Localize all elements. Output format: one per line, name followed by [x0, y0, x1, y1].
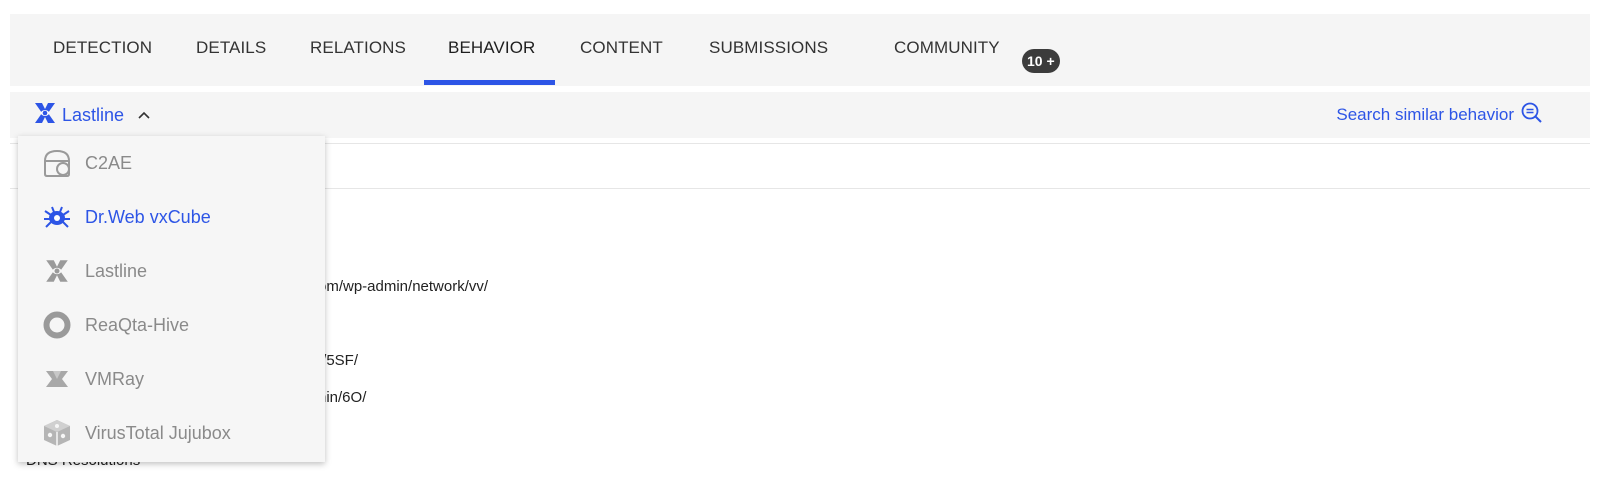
selected-sandbox-name: Lastline: [62, 104, 125, 125]
sandbox-option-c2ae[interactable]: C2AE: [18, 136, 325, 190]
sandbox-option-label: C2AE: [85, 152, 133, 173]
sandbox-option-lastline[interactable]: Lastline: [18, 244, 325, 298]
tab-detection[interactable]: DETECTION: [53, 14, 152, 86]
sandbox-option-reaqta-hive[interactable]: ReaQta-Hive: [18, 298, 325, 352]
tab-details[interactable]: DETAILS: [196, 14, 266, 86]
sandbox-option-label: Lastline: [85, 260, 148, 281]
sandbox-option-label: VMRay: [85, 368, 145, 389]
tab-content[interactable]: CONTENT: [580, 14, 663, 86]
sandbox-selector[interactable]: Lastline: [32, 92, 150, 138]
sandbox-option-vmray[interactable]: VMRay: [18, 352, 325, 406]
tab-bar: DETECTION DETAILS RELATIONS BEHAVIOR CON…: [10, 14, 1590, 86]
sandbox-option-label: ReaQta-Hive: [85, 314, 190, 335]
http-request-url: nin/6O/: [318, 389, 367, 406]
sandbox-option-drweb-vxcube[interactable]: Dr.Web vxCube: [18, 190, 325, 244]
c2ae-icon: [41, 147, 73, 179]
tab-behavior[interactable]: BEHAVIOR: [448, 14, 535, 86]
lastline-icon: [41, 255, 73, 287]
vmray-icon: [41, 363, 73, 395]
community-count-badge: 10 +: [1022, 49, 1060, 73]
behavior-toolbar: Lastline Search similar behavior: [10, 92, 1590, 138]
drweb-icon: [41, 201, 73, 233]
lastline-icon: [32, 100, 58, 131]
active-tab-indicator: [424, 80, 555, 85]
sandbox-dropdown-menu: C2AE Dr.Web vxCube Lastline ReaQta-Hive …: [18, 136, 325, 462]
reaqta-icon: [41, 309, 73, 341]
sandbox-option-virustotal-jujubox[interactable]: VirusTotal Jujubox: [18, 406, 325, 460]
jujubox-icon: [41, 417, 73, 449]
tab-community[interactable]: COMMUNITY: [894, 14, 1000, 86]
tab-submissions[interactable]: SUBMISSIONS: [709, 14, 828, 86]
tab-relations[interactable]: RELATIONS: [310, 14, 406, 86]
search-similar-behavior-link[interactable]: Search similar behavior: [1336, 92, 1544, 138]
sandbox-option-label: Dr.Web vxCube: [85, 206, 211, 227]
http-request-url: om/wp-admin/network/vv/: [318, 278, 489, 295]
search-similar-label: Search similar behavior: [1336, 105, 1514, 124]
search-similar-icon: [1520, 101, 1544, 130]
sandbox-option-label: VirusTotal Jujubox: [85, 422, 231, 443]
chevron-up-icon: [138, 111, 150, 119]
